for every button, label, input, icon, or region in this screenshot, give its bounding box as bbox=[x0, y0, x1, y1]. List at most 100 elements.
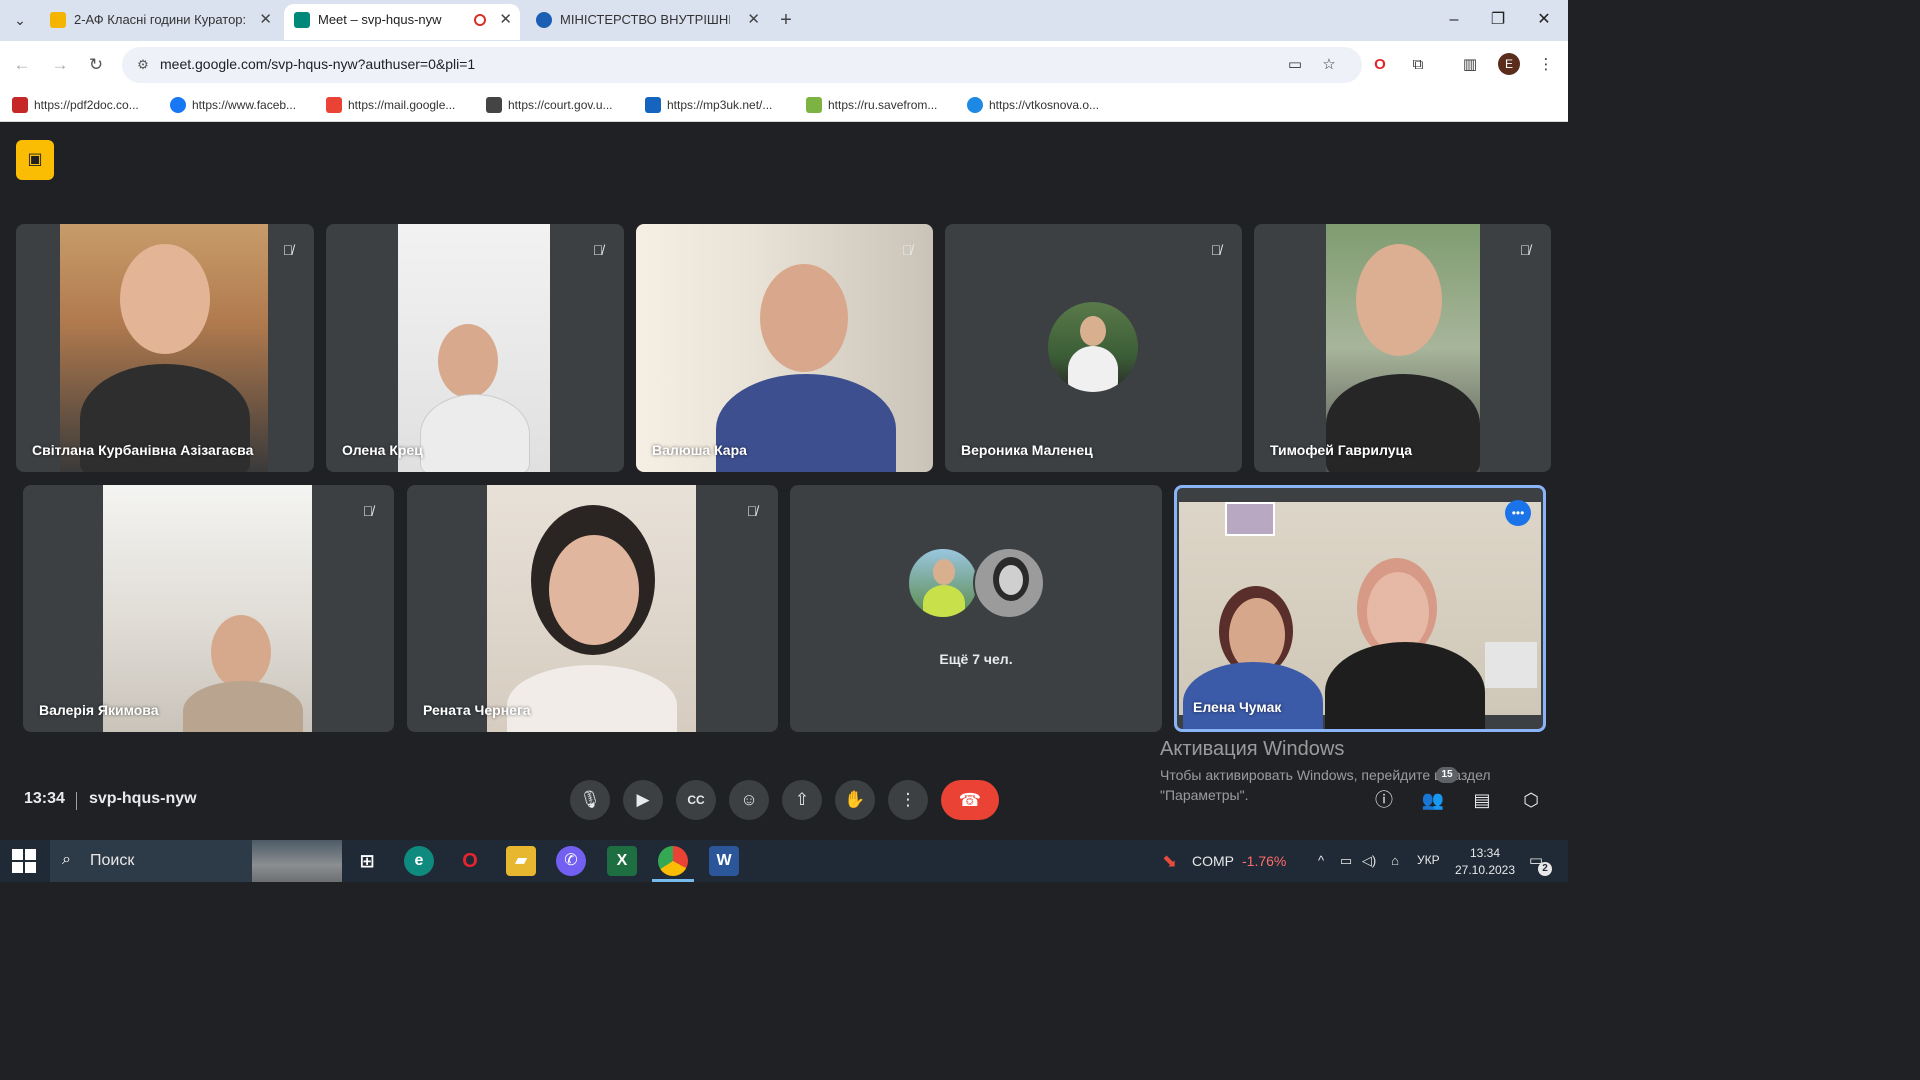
close-tab-icon[interactable]: ✕ bbox=[499, 4, 512, 36]
word-icon[interactable]: W bbox=[709, 846, 739, 876]
meet-favicon-icon bbox=[294, 12, 310, 28]
language-indicator[interactable]: УКР bbox=[1417, 853, 1440, 867]
camera-button[interactable]: ▶ bbox=[623, 780, 663, 820]
close-window-button[interactable]: ✕ bbox=[1524, 6, 1564, 34]
face bbox=[1367, 572, 1429, 652]
tab-ministry[interactable]: МІНІСТЕРСТВО ВНУТРІШНІХ С ✕ bbox=[526, 4, 768, 40]
taskbar-clock[interactable]: 13:34 27.10.2023 bbox=[1452, 845, 1518, 879]
stock-change[interactable]: -1.76% bbox=[1242, 853, 1286, 869]
close-tab-icon[interactable]: ✕ bbox=[747, 4, 760, 36]
side-panel-icon[interactable]: ▥ bbox=[1458, 53, 1482, 77]
battery-icon[interactable]: ▭ bbox=[1337, 852, 1355, 870]
bookmark-vtkosnova[interactable]: https://vtkosnova.o... bbox=[967, 95, 1099, 115]
opera-extension-icon[interactable]: O bbox=[1368, 53, 1392, 77]
viber-icon[interactable]: ✆ bbox=[556, 846, 586, 876]
activities-icon[interactable]: ⬡ bbox=[1515, 784, 1547, 816]
edge-icon[interactable]: e bbox=[404, 846, 434, 876]
network-icon[interactable]: ⌂ bbox=[1386, 852, 1404, 870]
recording-badge-icon[interactable]: ▣ bbox=[16, 140, 54, 180]
more-options-icon[interactable]: ••• bbox=[1505, 500, 1531, 526]
captions-button[interactable]: CC bbox=[676, 780, 716, 820]
stock-chart-icon[interactable]: ⬊ bbox=[1162, 850, 1184, 872]
ministry-favicon-icon bbox=[536, 12, 552, 28]
task-view-icon[interactable]: ⊞ bbox=[352, 846, 382, 876]
bookmark-gmail[interactable]: https://mail.google... bbox=[326, 95, 455, 115]
participant-tile[interactable]: 🎙̸ Вероника Маленец bbox=[945, 224, 1242, 472]
windows-start-icon[interactable] bbox=[12, 849, 36, 873]
bookmark-label: https://mp3uk.net/... bbox=[667, 98, 773, 112]
notification-count-badge: 2 bbox=[1538, 862, 1552, 876]
new-tab-button[interactable]: + bbox=[774, 6, 798, 34]
more-participants-tile[interactable]: Ещё 7 чел. bbox=[790, 485, 1162, 732]
participant-avatar bbox=[1048, 302, 1138, 392]
presenter-tile[interactable]: ••• Елена Чумак bbox=[1174, 485, 1546, 732]
participant-name: Валюша Кара bbox=[652, 442, 747, 458]
camera-icon[interactable]: ▭ bbox=[1284, 55, 1306, 75]
vtkosnova-icon bbox=[967, 97, 983, 113]
face bbox=[999, 565, 1023, 595]
clock-date: 27.10.2023 bbox=[1454, 863, 1516, 877]
face bbox=[211, 615, 271, 689]
browser-chrome: ⌄ 2-АФ Класні години Куратор: ✕ Meet – s… bbox=[0, 0, 1568, 122]
facebook-icon bbox=[170, 97, 186, 113]
microphone-button[interactable]: 🎙 bbox=[570, 780, 610, 820]
bookmark-facebook[interactable]: https://www.faceb... bbox=[170, 95, 296, 115]
leave-call-button[interactable]: ☎ bbox=[941, 780, 999, 820]
chevron-up-icon[interactable]: ^ bbox=[1312, 852, 1330, 870]
bookmark-savefrom[interactable]: https://ru.savefrom... bbox=[806, 95, 937, 115]
back-button[interactable]: ← bbox=[10, 53, 34, 77]
address-bar[interactable]: ⚙ meet.google.com/svp-hqus-nyw?authuser=… bbox=[122, 47, 1362, 83]
participant-tile[interactable]: 🎙̸ Валерія Якимова bbox=[23, 485, 394, 732]
people-icon[interactable]: 👥 bbox=[1417, 784, 1449, 816]
participant-name: Елена Чумак bbox=[1193, 699, 1282, 715]
search-icon: ⌕ bbox=[62, 851, 71, 868]
docs-favicon-icon bbox=[50, 12, 66, 28]
taskbar-search[interactable]: ⌕ Поиск bbox=[50, 840, 342, 882]
stock-name[interactable]: COMP bbox=[1192, 853, 1234, 869]
bookmark-mp3uk[interactable]: https://mp3uk.net/... bbox=[645, 95, 772, 115]
bookmark-star-icon[interactable]: ☆ bbox=[1318, 55, 1340, 75]
minimize-button[interactable]: – bbox=[1434, 6, 1474, 34]
bookmark-court[interactable]: https://court.gov.u... bbox=[486, 95, 613, 115]
bookmark-label: https://www.faceb... bbox=[192, 98, 297, 112]
opera-icon[interactable]: O bbox=[455, 846, 485, 876]
meeting-details-icon[interactable]: ⓘ bbox=[1368, 784, 1400, 816]
search-placeholder: Поиск bbox=[90, 852, 135, 869]
printer bbox=[1485, 642, 1537, 688]
restore-button[interactable]: ❐ bbox=[1478, 6, 1518, 34]
mic-off-icon: 🎙̸ bbox=[592, 242, 604, 258]
face bbox=[438, 324, 498, 398]
excel-icon[interactable]: X bbox=[607, 846, 637, 876]
site-settings-icon[interactable]: ⚙ bbox=[134, 56, 152, 74]
profile-avatar[interactable]: E bbox=[1498, 53, 1520, 75]
tab-search-chevron-icon[interactable]: ⌄ bbox=[6, 8, 34, 32]
meeting-code: svp-hqus-nyw bbox=[89, 790, 197, 807]
close-tab-icon[interactable]: ✕ bbox=[259, 4, 272, 36]
present-screen-button[interactable]: ⇧ bbox=[782, 780, 822, 820]
bookmark-pdf2doc[interactable]: https://pdf2doc.co... bbox=[12, 95, 139, 115]
participant-tile[interactable]: 🎙̸ Рената Чернега bbox=[407, 485, 778, 732]
browser-menu-icon[interactable]: ⋮ bbox=[1534, 53, 1558, 77]
tab-meet[interactable]: Meet – svp-hqus-nyw ✕ bbox=[284, 4, 520, 40]
reactions-button[interactable]: ☺ bbox=[729, 780, 769, 820]
chat-icon[interactable]: ▤ bbox=[1466, 784, 1498, 816]
chrome-icon[interactable] bbox=[652, 846, 694, 882]
raise-hand-button[interactable]: ✋ bbox=[835, 780, 875, 820]
more-options-button[interactable]: ⋮ bbox=[888, 780, 928, 820]
reload-button[interactable]: ↻ bbox=[84, 53, 108, 77]
tab-classes[interactable]: 2-АФ Класні години Куратор: ✕ bbox=[40, 4, 280, 40]
participant-tile[interactable]: 🎙̸ Тимофей Гаврилуца bbox=[1254, 224, 1551, 472]
tab-strip: ⌄ 2-АФ Класні години Куратор: ✕ Meet – s… bbox=[0, 0, 1568, 41]
file-explorer-icon[interactable]: ▰ bbox=[506, 846, 536, 876]
participant-tile[interactable]: 🎙̸ Світлана Курбанівна Азізагаєва bbox=[16, 224, 314, 472]
mp3uk-icon bbox=[645, 97, 661, 113]
participant-tile[interactable]: 🎙̸ Олена Крец bbox=[326, 224, 624, 472]
participant-tile[interactable]: 🎙̸ Валюша Кара bbox=[636, 224, 933, 472]
volume-icon[interactable]: ◁) bbox=[1360, 852, 1378, 870]
court-icon bbox=[486, 97, 502, 113]
url-text[interactable]: meet.google.com/svp-hqus-nyw?authuser=0&… bbox=[160, 56, 475, 72]
participant-name: Олена Крец bbox=[342, 442, 423, 458]
forward-button[interactable]: → bbox=[48, 53, 72, 77]
extensions-icon[interactable]: ⧉ bbox=[1406, 53, 1430, 77]
participant-avatar bbox=[973, 547, 1045, 619]
